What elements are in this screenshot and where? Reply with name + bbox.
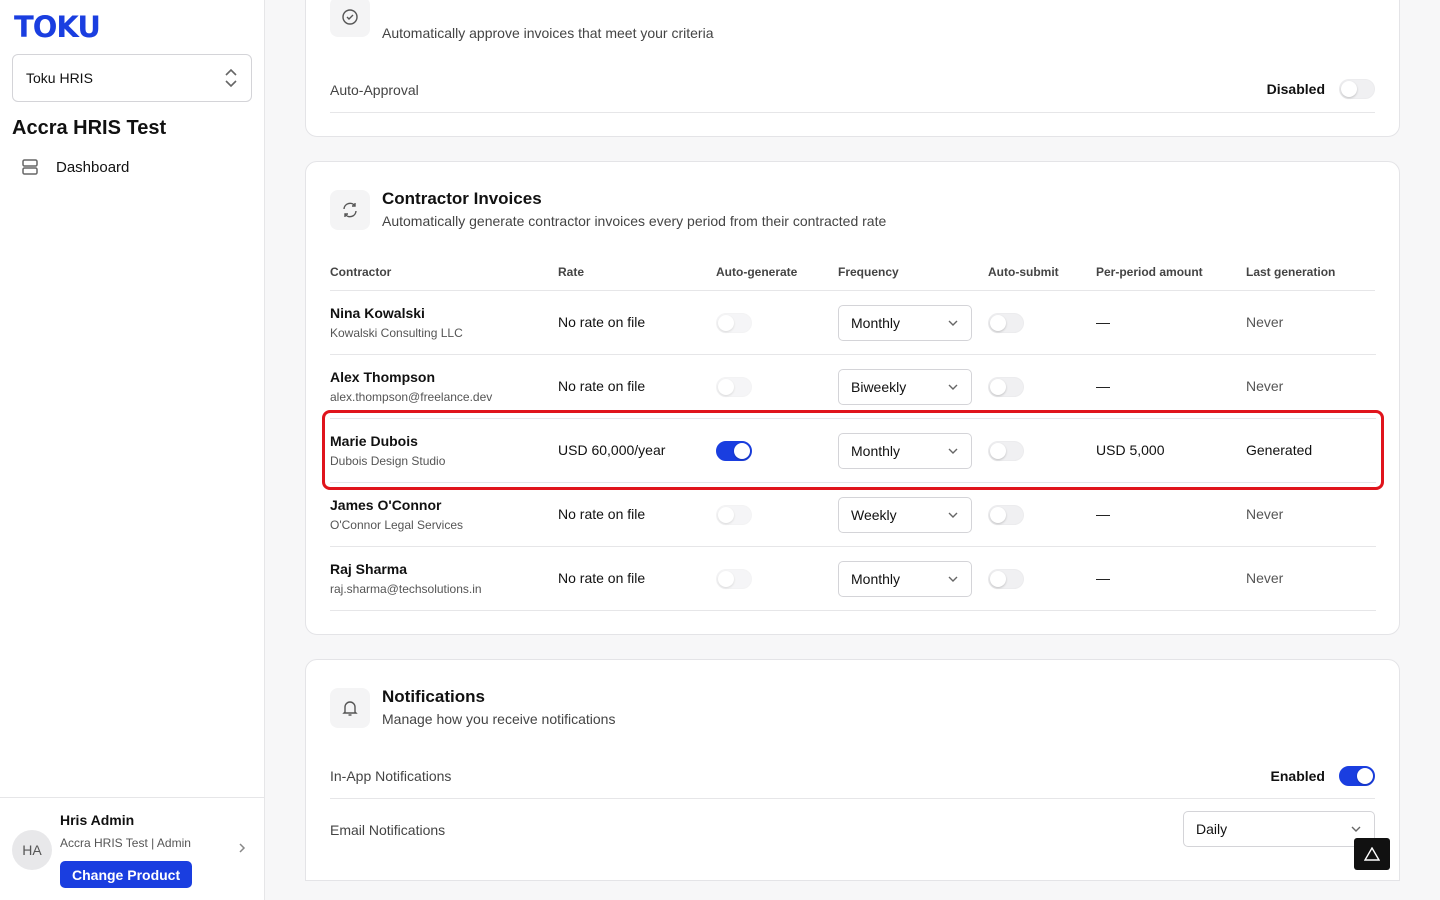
contractor-detail: alex.thompson@freelance.dev (330, 390, 493, 404)
last-generation: Never (1246, 506, 1284, 522)
toku-logo[interactable]: TOKU (14, 10, 101, 44)
chevron-up-down-icon (225, 68, 237, 88)
auto-approval-label: Auto-Approval (330, 82, 419, 98)
contractor-rate: No rate on file (558, 378, 646, 394)
contractor-detail: raj.sharma@techsolutions.in (330, 582, 482, 596)
frequency-select[interactable]: Weekly (838, 497, 972, 533)
dashboard-icon (22, 159, 38, 175)
col-contractor: Contractor (330, 265, 392, 279)
refresh-icon (343, 202, 357, 218)
sidebar-item-label: Dashboard (56, 158, 130, 176)
auto-approval-card: Automatically approve invoices that meet… (305, 0, 1400, 137)
chevron-right-icon[interactable] (236, 842, 248, 854)
chevron-down-icon (1351, 826, 1361, 832)
in-app-toggle[interactable] (1339, 766, 1375, 786)
last-generation: Never (1246, 570, 1284, 586)
notifications-subtitle: Manage how you receive notifications (382, 711, 616, 727)
auto-approval-status: Disabled (1266, 81, 1325, 97)
bell-icon (342, 701, 358, 716)
user-name: Hris Admin (60, 812, 135, 828)
user-meta: Accra HRIS Test | Admin (60, 836, 191, 850)
product-select-value: Toku HRIS (26, 70, 93, 86)
chevron-down-icon (948, 576, 958, 582)
contractor-invoices-icon-box (330, 190, 370, 230)
frequency-value: Biweekly (851, 379, 907, 395)
table-row: James O'Connor O'Connor Legal Services No … (330, 483, 1376, 547)
auto-approval-toggle[interactable] (1339, 79, 1375, 99)
last-generation: Never (1246, 378, 1284, 394)
contractor-detail: O'Connor Legal Services (330, 518, 464, 532)
email-frequency-select[interactable]: Daily (1183, 811, 1375, 847)
change-product-button[interactable]: Change Product (60, 861, 193, 888)
check-circle-icon (342, 9, 358, 25)
col-frequency: Frequency (838, 265, 899, 279)
frequency-value: Monthly (851, 315, 901, 331)
contractor-rate: No rate on file (558, 506, 646, 522)
contractor-detail: Kowalski Consulting LLC (330, 326, 463, 340)
triangle-icon (1364, 847, 1380, 861)
auto-submit-toggle[interactable] (988, 505, 1024, 525)
frequency-value: Weekly (851, 507, 897, 523)
vercel-toolbar-button[interactable] (1354, 838, 1390, 870)
frequency-select[interactable]: Biweekly (838, 369, 972, 405)
email-frequency-value: Daily (1196, 821, 1228, 837)
contractor-name: James O'Connor (330, 497, 442, 513)
auto-submit-toggle[interactable] (988, 313, 1024, 333)
auto-generate-toggle[interactable] (716, 313, 752, 333)
auto-generate-toggle[interactable] (716, 377, 752, 397)
auto-approval-subtitle: Automatically approve invoices that meet… (382, 25, 714, 41)
contractor-name: Nina Kowalski (330, 305, 425, 321)
contractor-name: Alex Thompson (330, 369, 436, 385)
chevron-down-icon (948, 320, 958, 326)
frequency-value: Monthly (851, 571, 901, 587)
contractor-rate: No rate on file (558, 314, 646, 330)
table-row: Raj Sharma raj.sharma@techsolutions.in No … (330, 547, 1376, 611)
per-period-amount: — (1096, 506, 1110, 522)
col-last-generation: Last generation (1246, 265, 1336, 279)
in-app-status: Enabled (1270, 768, 1325, 784)
frequency-select[interactable]: Monthly (838, 561, 972, 597)
chevron-down-icon (948, 384, 958, 390)
contractor-invoices-title: Contractor Invoices (382, 189, 542, 208)
notifications-icon-box (330, 688, 370, 728)
contractor-rate: No rate on file (558, 570, 646, 586)
highlight-box (322, 410, 1384, 490)
col-auto-submit: Auto-submit (988, 265, 1059, 279)
divider (330, 112, 1375, 113)
auto-submit-toggle[interactable] (988, 377, 1024, 397)
in-app-label: In-App Notifications (330, 768, 452, 784)
col-auto-generate: Auto-generate (716, 265, 798, 279)
per-period-amount: — (1096, 314, 1110, 330)
per-period-amount: — (1096, 378, 1110, 394)
sidebar: TOKU Toku HRIS Accra HRIS Test Dashboard… (0, 0, 265, 900)
per-period-amount: — (1096, 570, 1110, 586)
auto-submit-toggle[interactable] (988, 569, 1024, 589)
chevron-down-icon (948, 512, 958, 518)
contractor-name: Raj Sharma (330, 561, 408, 577)
frequency-select[interactable]: Monthly (838, 305, 972, 341)
col-rate: Rate (558, 265, 585, 279)
org-name: Accra HRIS Test (12, 117, 167, 139)
sidebar-item-dashboard[interactable]: Dashboard (20, 154, 129, 180)
auto-approval-icon-box (330, 0, 370, 37)
auto-generate-toggle[interactable] (716, 505, 752, 525)
in-app-setting: Enabled (1271, 766, 1375, 786)
notifications-card: Notifications Manage how you receive not… (305, 659, 1400, 881)
avatar: HA (12, 830, 52, 870)
contractor-invoices-card: Contractor Invoices Automatically genera… (305, 161, 1400, 635)
user-profile[interactable]: HA Hris Admin Accra HRIS Test | Admin Ch… (0, 797, 264, 900)
email-label: Email Notifications (330, 822, 446, 838)
divider (330, 798, 1375, 799)
last-generation: Never (1246, 314, 1284, 330)
notifications-title: Notifications (382, 687, 485, 706)
contractor-invoices-subtitle: Automatically generate contractor invoic… (382, 213, 887, 229)
table-row: Nina Kowalski Kowalski Consulting LLC No r… (330, 291, 1376, 355)
auto-generate-toggle[interactable] (716, 569, 752, 589)
auto-approval-setting: Disabled (1267, 79, 1375, 99)
product-select[interactable]: Toku HRIS (12, 54, 252, 102)
col-amount: Per-period amount (1096, 265, 1203, 279)
